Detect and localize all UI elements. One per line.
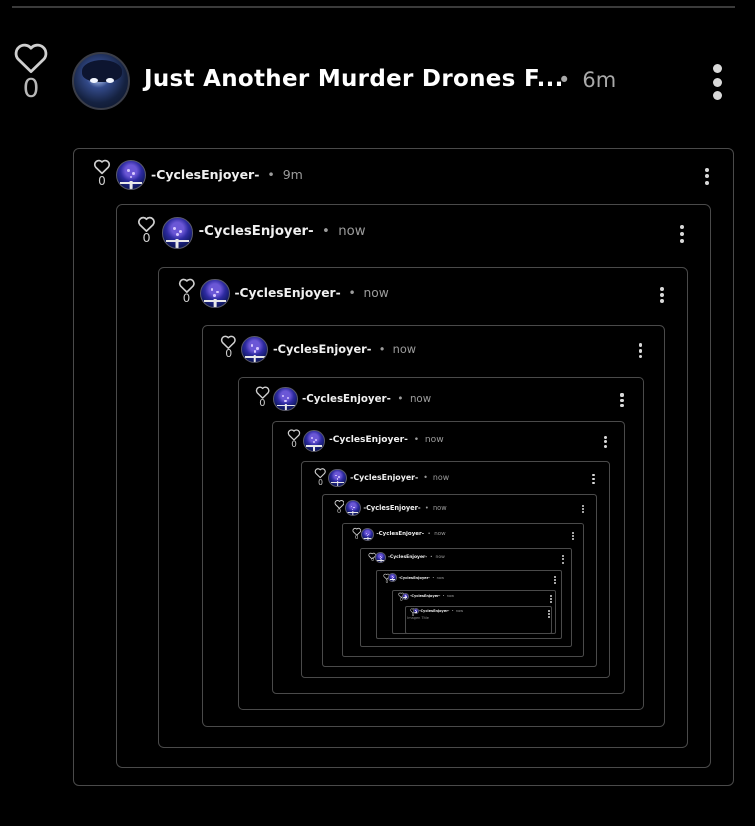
nested-like-control[interactable]: 0 [135,215,158,245]
nested-timestamp: • now [440,594,455,599]
nested-username[interactable]: -CyclesEnjoyer- • now [273,342,416,356]
nested-username-text[interactable]: -CyclesEnjoyer- [388,555,427,560]
nested-user-avatar[interactable] [116,160,146,190]
post-time-value: 6m [582,68,617,92]
nested-username[interactable]: -CyclesEnjoyer- • now [350,473,449,482]
nested-post-snippet: Imagen Title [407,616,429,621]
nested-username[interactable]: -CyclesEnjoyer- • now [399,576,444,580]
nested-like-count: 0 [98,173,106,188]
nested-like-count: 0 [318,477,323,487]
nested-user-avatar[interactable] [412,608,419,615]
nested-like-count: 0 [225,347,233,361]
nested-username[interactable]: -CyclesEnjoyer- • now [410,594,454,598]
nested-username-text[interactable]: -CyclesEnjoyer- [151,167,259,182]
nested-timestamp: • 9m [259,167,303,182]
nested-user-avatar[interactable] [401,592,409,600]
nested-username[interactable]: -CyclesEnjoyer- • now [388,555,445,560]
nested-username[interactable]: -CyclesEnjoyer- • now [376,531,445,537]
nested-like-control[interactable]: 0 [218,334,239,360]
heart-outline-icon[interactable] [91,158,113,175]
nested-username[interactable]: -CyclesEnjoyer- • now [302,393,431,405]
nested-username[interactable]: -CyclesEnjoyer- • now [199,224,366,239]
more-vertical-icon[interactable] [659,286,665,304]
nested-username-text[interactable]: -CyclesEnjoyer- [234,286,340,300]
more-vertical-icon[interactable] [603,435,608,448]
nested-username-text[interactable]: -CyclesEnjoyer- [419,609,449,613]
nested-username[interactable]: -CyclesEnjoyer- • now [234,286,388,300]
nested-timestamp: • now [407,434,444,445]
nested-username[interactable]: -CyclesEnjoyer- • now [363,504,446,512]
nested-timestamp: • now [390,392,432,405]
post-like-control[interactable]: 0 [12,40,50,102]
post-title[interactable]: Just Another Murder Drones F... [144,66,564,92]
nested-username-text[interactable]: -CyclesEnjoyer- [350,473,418,482]
more-vertical-icon[interactable] [679,225,685,243]
more-vertical-icon[interactable] [549,594,553,603]
nested-timestamp: • now [371,342,417,357]
nested-like-control[interactable]: 0 [176,277,198,305]
nested-username[interactable]: -CyclesEnjoyer- • 9m [151,167,303,182]
nested-user-avatar[interactable] [344,500,361,517]
heart-outline-icon[interactable] [12,40,50,74]
nested-timestamp: • now [340,285,389,300]
more-vertical-icon[interactable] [571,531,575,541]
post-author-avatar[interactable] [72,52,130,110]
nested-user-avatar[interactable] [273,386,298,412]
nested-timestamp: • now [449,609,464,614]
nested-timestamp: • now [424,531,446,538]
nested-user-avatar[interactable] [303,429,326,452]
more-vertical-icon[interactable] [591,473,596,485]
nested-timestamp: • now [420,504,447,513]
nested-like-count: 0 [142,229,151,245]
nested-timestamp: • now [313,224,366,240]
more-vertical-icon[interactable] [638,343,644,359]
nested-like-count: 0 [259,398,266,410]
more-vertical-icon[interactable] [704,168,710,185]
nested-timestamp: • now [429,575,445,580]
nested-like-count: 0 [291,440,297,451]
nested-like-count: 0 [336,508,342,516]
post-like-count: 0 [22,74,40,104]
nested-like-count: 0 [182,291,191,306]
more-vertical-icon[interactable] [619,393,624,408]
nested-like-control[interactable]: 0 [91,158,113,187]
top-divider [12,6,735,8]
nested-timestamp: • now [427,554,445,560]
nested-username-text[interactable]: -CyclesEnjoyer- [329,435,408,445]
nested-username-text[interactable]: -CyclesEnjoyer- [410,594,440,598]
nested-username-text[interactable]: -CyclesEnjoyer- [273,342,372,356]
nested-username[interactable]: -CyclesEnjoyer- • now [329,435,444,445]
more-vertical-icon[interactable] [581,504,585,514]
nested-user-avatar[interactable] [161,216,194,249]
nested-username-text[interactable]: -CyclesEnjoyer- [399,576,430,580]
nested-username[interactable]: -CyclesEnjoyer- • now [419,609,463,613]
separator-dot: • [558,68,571,92]
nested-username-text[interactable]: -CyclesEnjoyer- [376,531,424,537]
more-vertical-icon[interactable] [561,555,565,564]
more-vertical-icon[interactable] [553,575,557,585]
nested-username-text[interactable]: -CyclesEnjoyer- [363,504,420,512]
more-vertical-icon[interactable] [710,64,724,100]
nested-user-avatar[interactable] [328,468,347,488]
heart-outline-icon[interactable] [253,385,272,399]
nested-user-avatar[interactable] [200,278,230,309]
post-timestamp: • 6m [558,68,616,92]
nested-username-text[interactable]: -CyclesEnjoyer- [199,224,314,239]
nested-username-text[interactable]: -CyclesEnjoyer- [302,393,391,405]
nested-like-control[interactable]: 0 [253,385,272,409]
more-vertical-icon[interactable] [547,609,551,618]
nested-like-control[interactable]: 0 [285,428,303,450]
nested-timestamp: • now [418,472,450,482]
nested-like-control[interactable]: 0 [312,467,328,486]
